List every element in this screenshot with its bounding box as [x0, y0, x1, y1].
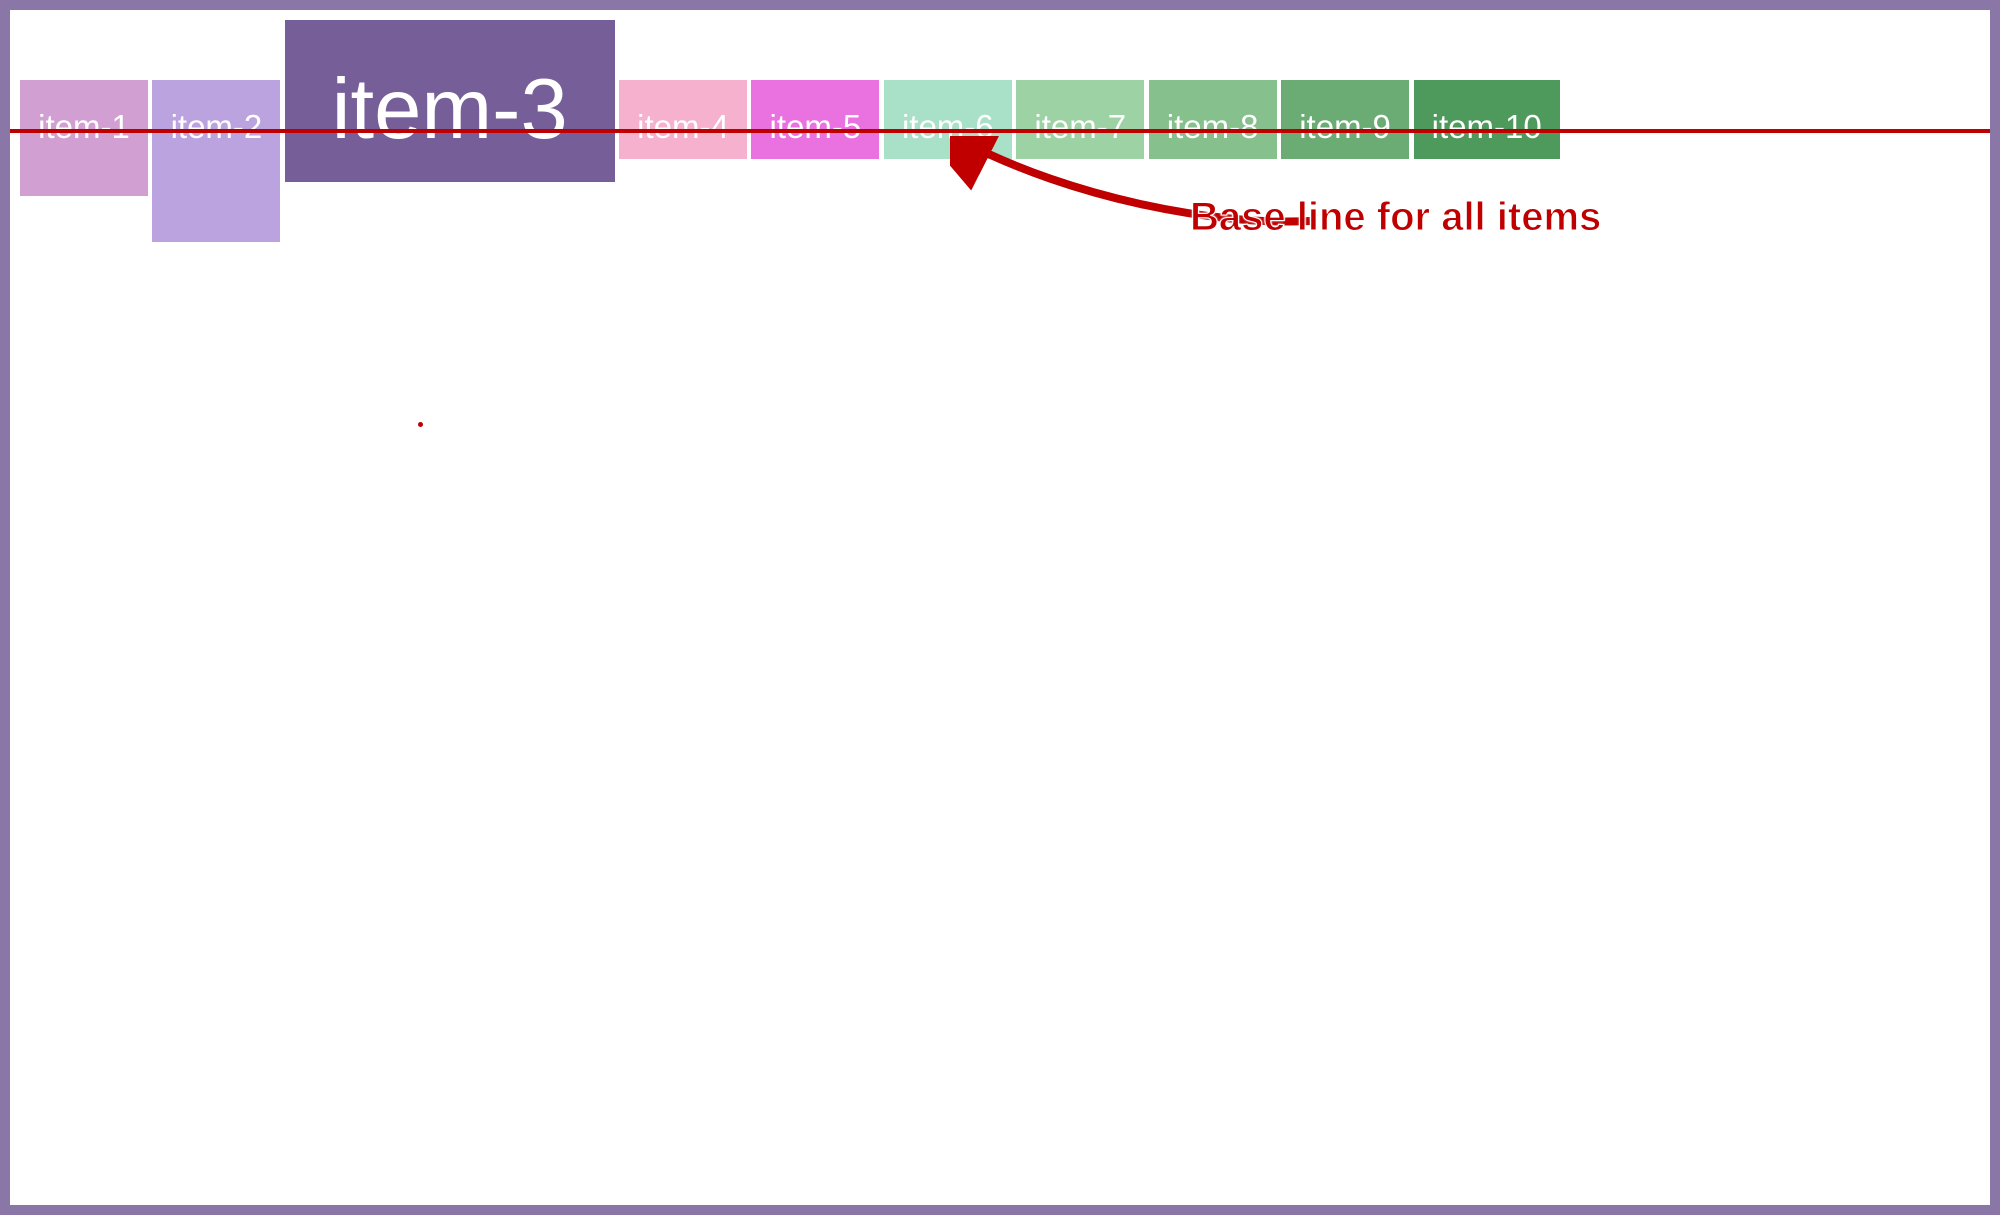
item-8: item-8 [1149, 80, 1277, 159]
stray-dot-icon [418, 422, 423, 427]
item-3: item-3 [285, 20, 615, 182]
item-4: item-4 [619, 80, 747, 159]
item-6: item-6 [884, 80, 1012, 159]
item-1: item-1 [20, 80, 148, 195]
item-7: item-7 [1016, 80, 1144, 159]
annotation-caption: Base line for all items [1190, 195, 1601, 240]
item-10: item-10 [1414, 80, 1560, 159]
item-2: item-2 [152, 80, 280, 242]
item-5: item-5 [751, 80, 879, 159]
baseline-rule [10, 129, 1990, 133]
diagram-stage: item-1 item-2 item-3 item-4 item-5 item-… [10, 10, 1990, 1205]
item-9: item-9 [1281, 80, 1409, 159]
